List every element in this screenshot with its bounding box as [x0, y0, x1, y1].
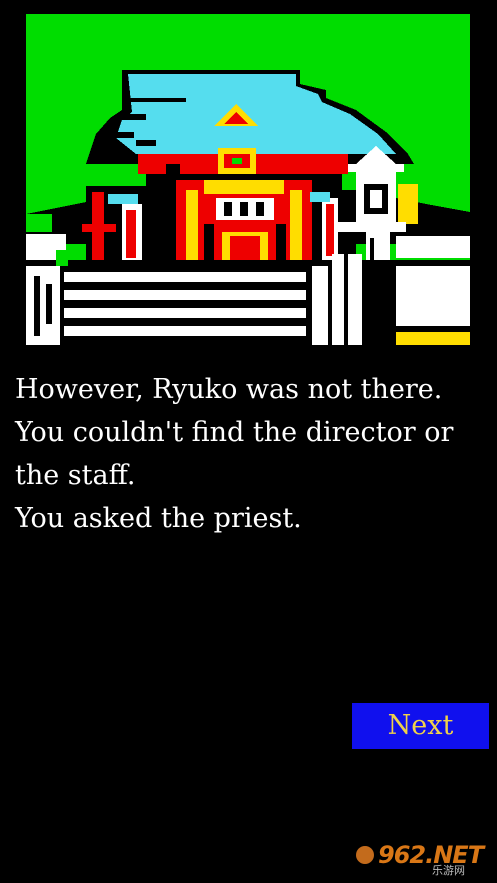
- site-watermark: 962.NET 乐游网: [356, 832, 492, 878]
- watermark-text: 962.NET: [378, 841, 484, 869]
- shrine-pixel-art: [26, 14, 470, 345]
- watermark-logo-icon: [356, 846, 374, 864]
- narration-line: However, Ryuko was not there.: [15, 374, 443, 405]
- narration-text: However, Ryuko was not there. You couldn…: [15, 368, 485, 540]
- narration-line: You asked the priest.: [15, 503, 302, 534]
- watermark-subtext: 乐游网: [432, 864, 465, 877]
- narration-line: the staff.: [15, 460, 136, 491]
- next-button[interactable]: Next: [352, 703, 489, 749]
- narration-line: You couldn't find the director or: [15, 417, 454, 448]
- shrine-scene-image: [26, 14, 470, 345]
